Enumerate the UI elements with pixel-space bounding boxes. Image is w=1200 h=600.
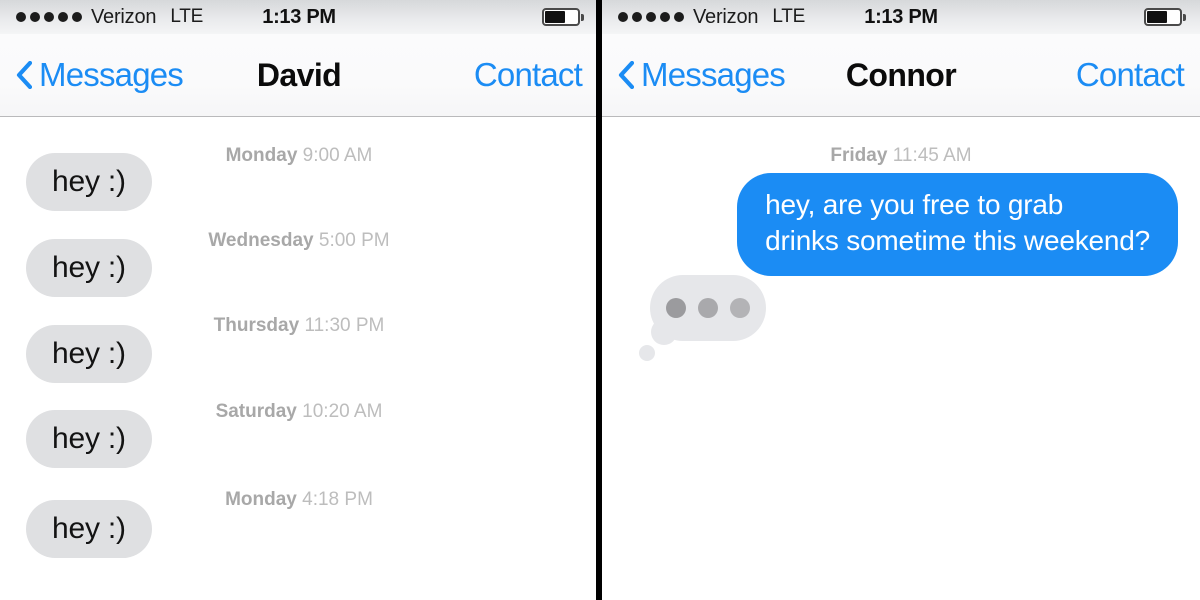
typing-indicator [639, 275, 766, 361]
status-bar-clock: 1:13 PM [864, 6, 938, 28]
back-button-label: Messages [641, 56, 786, 93]
timestamp-day: Wednesday [208, 230, 314, 251]
screenshot-root: Verizon LTE 1:13 PM Messages David Conta… [0, 0, 1200, 600]
typing-dot-3 [730, 298, 750, 318]
timestamp-time: 9:00 AM [302, 145, 373, 166]
timestamp-day: Monday [225, 489, 297, 510]
status-bar: Verizon LTE 1:13 PM [0, 0, 598, 34]
network-type-label: LTE [170, 6, 204, 27]
message-thread[interactable]: Friday 11:45 AM hey, are you free to gra… [602, 117, 1200, 600]
message-text: hey :) [52, 165, 126, 198]
timestamp-day: Thursday [213, 315, 300, 336]
battery-icon [1144, 8, 1186, 26]
timestamp-time: 5:00 PM [318, 230, 390, 251]
timestamp-time: 10:20 AM [302, 401, 383, 422]
back-to-messages-button[interactable]: Messages [16, 56, 184, 94]
message-bubble-outgoing[interactable]: hey, are you free to grab drinks sometim… [737, 173, 1178, 276]
status-bar-clock: 1:13 PM [262, 6, 336, 28]
timestamp-day: Friday [830, 145, 888, 166]
message-bubble-incoming[interactable]: hey :) [26, 239, 152, 298]
timestamp-time: 11:45 AM [892, 145, 972, 166]
message-text: hey :) [52, 337, 126, 370]
message-text-line-1: hey, are you free to grab [765, 189, 1064, 220]
contact-button[interactable]: Contact [474, 56, 583, 94]
back-to-messages-button[interactable]: Messages [618, 56, 786, 94]
signal-strength-icon [618, 12, 684, 22]
phone-panel-connor: Verizon LTE 1:13 PM Messages Connor Cont… [602, 0, 1200, 600]
carrier-label: Verizon [693, 5, 759, 28]
chevron-left-icon [618, 61, 634, 89]
timestamp-time: 11:30 PM [304, 315, 385, 336]
message-bubble-incoming[interactable]: hey :) [26, 410, 152, 469]
battery-icon [542, 8, 584, 26]
phone-panel-david: Verizon LTE 1:13 PM Messages David Conta… [0, 0, 598, 600]
timestamp-divider: Friday 11:45 AM [602, 145, 1200, 167]
contact-button[interactable]: Contact [1076, 56, 1185, 94]
typing-tail-large [651, 319, 677, 345]
network-type-label: LTE [772, 6, 806, 27]
timestamp-day: Monday [225, 145, 298, 166]
carrier-label: Verizon [91, 5, 157, 28]
back-button-label: Messages [39, 56, 184, 93]
message-text: hey :) [52, 422, 126, 455]
chevron-left-icon [16, 61, 32, 89]
timestamp-day: Saturday [215, 401, 297, 422]
navigation-bar: Messages David Contact [0, 34, 598, 117]
message-text: hey :) [52, 251, 126, 284]
signal-strength-icon [16, 12, 82, 22]
message-bubble-incoming[interactable]: hey :) [26, 153, 152, 212]
typing-dot-1 [666, 298, 686, 318]
navigation-bar: Messages Connor Contact [602, 34, 1200, 117]
message-text-line-2: drinks sometime this weekend? [765, 225, 1150, 257]
message-bubble-incoming[interactable]: hey :) [26, 325, 152, 384]
panel-divider [596, 0, 602, 600]
typing-dot-2 [698, 298, 718, 318]
status-bar: Verizon LTE 1:13 PM [602, 0, 1200, 34]
message-thread[interactable]: Monday 9:00 AM Wednesday 5:00 PM Thursda… [0, 117, 598, 600]
message-text: hey :) [52, 512, 126, 545]
timestamp-time: 4:18 PM [302, 489, 373, 510]
message-bubble-incoming[interactable]: hey :) [26, 500, 152, 559]
typing-tail-small [639, 345, 655, 361]
